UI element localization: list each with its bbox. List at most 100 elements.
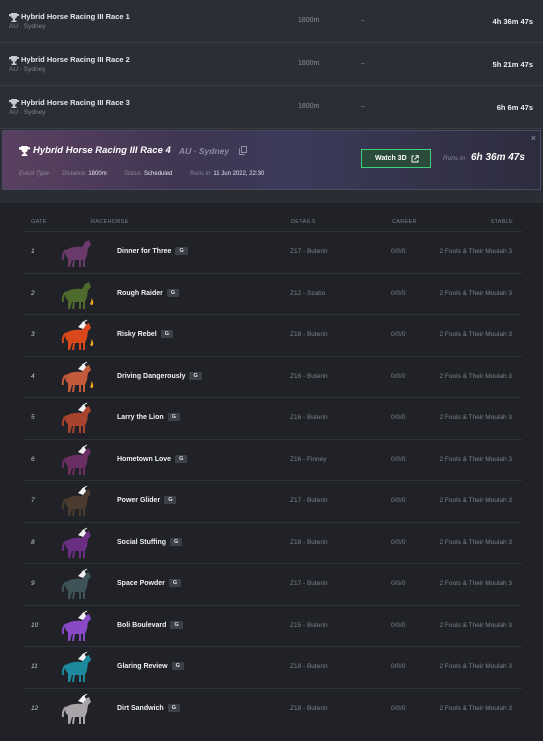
horse-career: 0/0/0 xyxy=(391,580,406,587)
horse-stable[interactable]: 2 Fools & Their Moulah 3 xyxy=(440,456,513,463)
copy-icon[interactable] xyxy=(239,146,247,155)
horse-stable[interactable]: 2 Fools & Their Moulah 3 xyxy=(440,705,513,712)
horse-name-text: Driving Dangerously xyxy=(117,372,186,380)
trophy-icon xyxy=(19,146,30,156)
race-prize: – xyxy=(361,103,365,110)
horse-name[interactable]: Larry the Lion G xyxy=(117,413,180,421)
gender-badge: G xyxy=(189,371,202,380)
table-row[interactable]: 1 Dinner for Three G Z17 - Buterin 0/0/0 2 Fo… xyxy=(24,231,522,273)
gate-number: 2 xyxy=(31,289,35,297)
horse-stable[interactable]: 2 Fools & Their Moulah 3 xyxy=(440,497,513,504)
table-row[interactable]: 8 Social Stuffing G Z18 - Buterin 0/0/0 2 Foo… xyxy=(24,521,522,564)
horse-name[interactable]: Space Powder G xyxy=(117,579,182,587)
horse-career: 0/0/0 xyxy=(391,663,406,670)
header-gate: GATE xyxy=(31,219,47,225)
meta-status: Status Scheduled xyxy=(124,171,173,177)
horse-details: Z12 - Szabo xyxy=(290,289,326,297)
gender-badge: G xyxy=(166,288,180,297)
selected-race-location: AU · Sydney xyxy=(179,146,230,156)
horse-stable[interactable]: 2 Fools & Their Moulah 3 xyxy=(440,248,513,255)
horse-name[interactable]: Social Stuffing G xyxy=(117,537,183,546)
meta-event-type: Event Type xyxy=(19,171,49,177)
horse-name[interactable]: Glaring Review G xyxy=(117,662,184,670)
horse-stable[interactable]: 2 Fools & Their Moulah 3 xyxy=(440,290,513,297)
table-row[interactable]: 3 Risky Rebel G Z18 - Buterin 0/0/0 2 Fools &… xyxy=(24,314,522,356)
horse-name[interactable]: Dirt Sandwich G xyxy=(117,703,180,712)
gender-badge: G xyxy=(167,703,180,712)
horse-details: Z16 - Finney xyxy=(290,455,327,463)
horse-career: 0/0/0 xyxy=(391,538,406,546)
external-link-icon xyxy=(411,155,419,163)
horse-details: Z17 - Buterin xyxy=(290,248,328,255)
table-row[interactable]: 10 Boli Boulevard G Z15 - Buterin 0/0/0 2 Foo… xyxy=(24,604,522,647)
horse-name[interactable]: Power Glider G xyxy=(117,496,177,504)
horse-avatar xyxy=(58,693,98,727)
table-row[interactable]: 9 Space Powder G Z17 - Buterin 0/0/0 2 Fools … xyxy=(24,563,522,605)
table-row[interactable]: 7 Power Glider G Z17 - Buterin 0/0/0 2 Fools … xyxy=(24,480,522,522)
runs-in-countdown: 6h 36m 47s xyxy=(471,152,525,163)
table-row[interactable]: 11 Glaring Review G Z18 - Buterin 0/0/0 2 Foo… xyxy=(24,646,522,688)
close-icon[interactable]: × xyxy=(531,133,536,143)
header-racehorse: RACEHORSE xyxy=(91,219,129,225)
banner-background-art xyxy=(3,131,203,189)
horse-stable[interactable]: 2 Fools & Their Moulah 3 xyxy=(440,539,513,546)
race-row-2[interactable]: Hybrid Horse Racing III Race 2 AU · Sydn… xyxy=(0,43,543,86)
gate-number: 9 xyxy=(31,580,35,587)
selected-race-title: Hybrid Horse Racing III Race 4 xyxy=(33,145,171,156)
gender-badge: G xyxy=(167,413,180,421)
horse-stable[interactable]: 2 Fools & Their Moulah 3 xyxy=(440,663,513,670)
horse-stable[interactable]: 2 Fools & Their Moulah 3 xyxy=(440,622,513,629)
horse-name[interactable]: Boli Boulevard G xyxy=(117,620,183,629)
race-name: Hybrid Horse Racing III Race 1 xyxy=(21,12,130,21)
race-row-1[interactable]: Hybrid Horse Racing III Race 1 AU · Sydn… xyxy=(0,0,543,43)
horse-avatar xyxy=(58,361,98,395)
horse-name-text: Dirt Sandwich xyxy=(117,704,164,712)
race-countdown: 4h 36m 47s xyxy=(492,17,533,26)
table-row[interactable]: 2 Rough Raider G Z12 - Szabo 0/0/0 2 Fools & … xyxy=(24,272,522,315)
table-row[interactable]: 12 Dirt Sandwich G Z18 - Buterin 0/0/0 2 Fool… xyxy=(24,687,522,730)
horse-career: 0/0/0 xyxy=(391,497,406,504)
gate-number: 11 xyxy=(31,663,38,670)
gate-number: 7 xyxy=(31,497,35,504)
horse-avatar xyxy=(58,610,98,644)
table-row[interactable]: 6 Hometown Love G Z16 - Finney 0/0/0 2 Fools … xyxy=(24,438,522,481)
horse-name[interactable]: Rough Raider G xyxy=(117,288,180,297)
horse-career: 0/0/0 xyxy=(391,372,406,380)
horse-avatar xyxy=(58,651,98,685)
race-distance: 1800m xyxy=(298,17,320,24)
gender-badge: G xyxy=(160,330,173,338)
horse-avatar xyxy=(58,278,98,312)
horse-career: 0/0/0 xyxy=(391,704,406,712)
gate-number: 10 xyxy=(31,621,39,629)
horse-name[interactable]: Risky Rebel G xyxy=(117,330,173,338)
horse-name[interactable]: Driving Dangerously G xyxy=(117,371,202,380)
horse-details: Z16 - Buterin xyxy=(290,414,328,421)
gender-badge: G xyxy=(170,537,183,546)
gender-badge: G xyxy=(164,496,177,504)
table-row[interactable]: 5 Larry the Lion G Z16 - Buterin 0/0/0 2 Fool… xyxy=(24,397,522,439)
watch-3d-button[interactable]: Watch 3D xyxy=(361,149,431,168)
gender-badge: G xyxy=(170,620,183,629)
horse-avatar xyxy=(58,444,98,478)
horse-name-text: Larry the Lion xyxy=(117,414,164,421)
horse-career: 0/0/0 xyxy=(391,248,406,255)
race-row-3[interactable]: Hybrid Horse Racing III Race 3 AU · Sydn… xyxy=(0,86,543,129)
horse-name-text: Glaring Review xyxy=(117,663,168,670)
race-name: Hybrid Horse Racing III Race 3 xyxy=(21,98,130,107)
horse-name-text: Rough Raider xyxy=(117,289,163,297)
horse-stable[interactable]: 2 Fools & Their Moulah 3 xyxy=(440,580,513,587)
meta-distance: Distance 1800m xyxy=(62,171,107,177)
runs-in-label: Runs in xyxy=(443,155,466,162)
horse-stable[interactable]: 2 Fools & Their Moulah 3 xyxy=(440,414,513,421)
horse-stable[interactable]: 2 Fools & Their Moulah 3 xyxy=(440,331,513,338)
horse-name[interactable]: Hometown Love G xyxy=(117,454,188,463)
header-career: CAREER xyxy=(392,219,417,225)
horse-name-text: Risky Rebel xyxy=(117,331,157,338)
gate-number: 6 xyxy=(31,455,35,463)
race-location: AU · Sydney xyxy=(9,23,46,30)
horse-name[interactable]: Dinner for Three G xyxy=(117,247,188,255)
horse-stable[interactable]: 2 Fools & Their Moulah 3 xyxy=(440,373,513,380)
horse-career: 0/0/0 xyxy=(391,455,406,463)
race-countdown: 5h 21m 47s xyxy=(492,60,533,69)
table-row[interactable]: 4 Driving Dangerously G Z16 - Buterin 0/0/0 2… xyxy=(24,355,522,398)
